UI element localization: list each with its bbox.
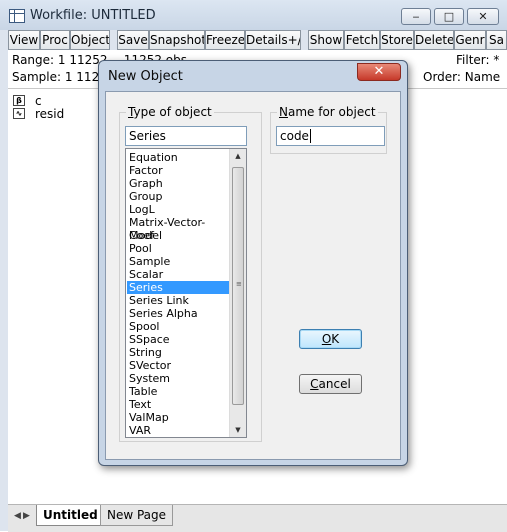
type-list-item[interactable]: Model (127, 229, 229, 242)
store-button[interactable]: Store (380, 30, 414, 50)
maximize-icon: □ (443, 10, 455, 23)
tab-new-page[interactable]: New Page (100, 505, 174, 526)
minimize-icon: ‒ (412, 10, 420, 23)
toolbar: View Proc Object Save Snapshot Freeze De… (8, 30, 507, 50)
name-group-label: Name for object (277, 105, 378, 119)
type-list-item[interactable]: Text (127, 398, 229, 411)
close-button[interactable]: ✕ (467, 8, 499, 25)
type-list-item[interactable]: SVector (127, 359, 229, 372)
page-tabs-bar: ◀ ▶ Untitled New Page (8, 504, 507, 532)
tab-untitled[interactable]: Untitled (36, 505, 105, 526)
scroll-up-icon[interactable]: ▲ (230, 149, 246, 163)
save-button[interactable]: Save (117, 30, 149, 50)
close-icon: ✕ (478, 10, 488, 23)
type-list-item[interactable]: Series Link (127, 294, 229, 307)
grip-icon: ≡ (236, 280, 242, 288)
type-list-item[interactable]: String (127, 346, 229, 359)
type-list-item[interactable]: Graph (127, 177, 229, 190)
type-list[interactable]: Equation Factor Graph Group LogL Matrix-Vecto… (125, 148, 247, 438)
filter-text[interactable]: Filter: * (456, 53, 499, 67)
title-bar[interactable]: Workfile: UNTITLED ‒ □ ✕ (0, 0, 507, 30)
type-list-item[interactable]: Scalar (127, 268, 229, 281)
delete-button[interactable]: Delete (414, 30, 454, 50)
type-list-item[interactable]: Equation (127, 151, 229, 164)
order-text[interactable]: Order: Name (423, 70, 500, 84)
ok-button[interactable]: OK (299, 329, 362, 349)
type-list-item[interactable]: Spool (127, 320, 229, 333)
coef-icon: β (13, 95, 25, 106)
snapshot-button[interactable]: Snapshot (149, 30, 205, 50)
dialog-close-button[interactable]: ✕ (357, 63, 401, 81)
tab-prev-icon[interactable]: ◀ (14, 511, 21, 521)
tab-next-icon[interactable]: ▶ (23, 511, 30, 521)
series-icon: ∿ (13, 108, 25, 119)
scroll-thumb[interactable]: ≡ (232, 167, 244, 405)
proc-button[interactable]: Proc (40, 30, 70, 50)
show-button[interactable]: Show (308, 30, 344, 50)
type-list-item[interactable]: System (127, 372, 229, 385)
type-list-item[interactable]: Sample (127, 255, 229, 268)
type-list-item[interactable]: Factor (127, 164, 229, 177)
type-input[interactable]: Series (125, 126, 247, 146)
cancel-button[interactable]: Cancel (299, 374, 362, 394)
genr-button[interactable]: Genr (454, 30, 486, 50)
freeze-button[interactable]: Freeze (205, 30, 245, 50)
dialog-title: New Object (108, 69, 183, 84)
minimize-button[interactable]: ‒ (401, 8, 431, 25)
sample-button[interactable]: Sa (486, 30, 507, 50)
fetch-button[interactable]: Fetch (344, 30, 380, 50)
type-list-item[interactable]: LogL (127, 203, 229, 216)
new-object-dialog: New Object ✕ Type of object Series Equat… (98, 60, 408, 466)
type-list-scrollbar[interactable]: ▲ ≡ ▼ (229, 149, 246, 437)
view-button[interactable]: View (8, 30, 40, 50)
maximize-button[interactable]: □ (434, 8, 464, 25)
dialog-body: Type of object Series Equation Factor Grap… (105, 91, 401, 460)
type-list-item[interactable]: SSpace (127, 333, 229, 346)
object-label: c (35, 94, 42, 108)
type-list-item[interactable]: Group (127, 190, 229, 203)
object-button[interactable]: Object (70, 30, 110, 50)
name-input[interactable]: code (276, 126, 385, 146)
scroll-down-icon[interactable]: ▼ (230, 423, 246, 437)
type-list-item[interactable]: VAR (127, 424, 229, 437)
workfile-icon (9, 9, 25, 23)
details-button[interactable]: Details+/- (245, 30, 301, 50)
type-list-item[interactable]: Series (127, 281, 229, 294)
type-list-item[interactable]: Pool (127, 242, 229, 255)
type-list-item[interactable]: ValMap (127, 411, 229, 424)
type-list-item[interactable]: Matrix-Vector-Coef (127, 216, 229, 242)
type-list-item[interactable]: Table (127, 385, 229, 398)
close-icon: ✕ (373, 64, 385, 79)
type-group-label: Type of object (126, 105, 214, 119)
type-list-item[interactable]: Series Alpha (127, 307, 229, 320)
object-label: resid (35, 107, 65, 121)
window-title: Workfile: UNTITLED (30, 8, 156, 23)
